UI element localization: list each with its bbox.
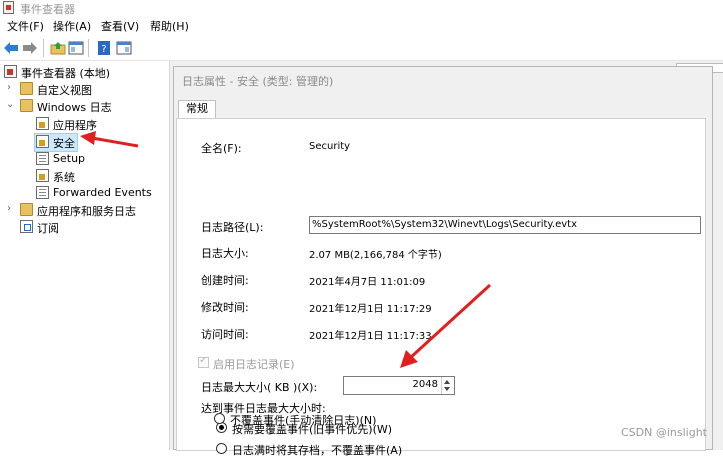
full-name-label: 全名(F): <box>201 142 242 155</box>
tree-item-label: 安全 <box>53 137 75 150</box>
max-size-value: 2048 <box>412 379 438 390</box>
toolbar-separator <box>43 39 44 57</box>
navigation-tree: 事件查看器 (本地) › 自定义视图 ⌄ Windows 日志 应用程序 安全 … <box>0 61 170 450</box>
menu-file[interactable]: 文件(F) <box>7 18 44 34</box>
enable-logging-checkbox[interactable] <box>198 355 209 368</box>
chevron-down-icon[interactable]: ⌄ <box>6 100 15 110</box>
toolbar: ? <box>0 36 723 61</box>
folder-icon <box>20 203 33 216</box>
back-arrow-icon[interactable] <box>3 40 19 56</box>
log-size-label: 日志大小: <box>201 247 249 260</box>
spin-up-icon[interactable] <box>444 380 450 384</box>
tree-item-setup[interactable]: Setup <box>34 151 154 168</box>
folder-icon <box>20 99 33 112</box>
show-action-pane-icon[interactable] <box>116 40 132 56</box>
tree-item-label: Windows 日志 <box>37 101 112 114</box>
max-size-spinner[interactable] <box>441 377 454 394</box>
toolbar-separator <box>88 39 89 57</box>
accessed-value: 2021年12月1日 11:17:33 <box>309 331 432 342</box>
modified-label: 修改时间: <box>201 301 249 314</box>
chevron-right-icon[interactable]: › <box>7 83 16 93</box>
tree-item-subscriptions[interactable]: 订阅 <box>2 219 162 236</box>
tree-root[interactable]: 事件查看器 (本地) <box>2 64 162 81</box>
folder-up-icon[interactable] <box>50 40 66 56</box>
dialog-title: 日志属性 - 安全 (类型: 管理的) <box>182 75 334 88</box>
menu-view[interactable]: 查看(V) <box>101 18 139 34</box>
tab-general[interactable]: 常规 <box>178 100 216 118</box>
tree-item-label: 自定义视图 <box>37 84 92 97</box>
log-icon <box>36 169 49 182</box>
window-title: 事件查看器 <box>20 3 75 16</box>
menu-bar: 文件(F) 操作(A) 查看(V) 帮助(H) <box>0 17 723 35</box>
option-do-not-overwrite: 不覆盖事件(手动清除日志)(N) <box>230 414 377 427</box>
forward-arrow-icon[interactable] <box>22 40 38 56</box>
tree-item-custom-views[interactable]: › 自定义视图 <box>2 81 162 98</box>
log-size-value: 2.07 MB(2,166,784 个字节) <box>309 250 442 261</box>
enable-logging-label: 启用日志记录(E) <box>213 358 295 371</box>
tree-item-security[interactable]: 安全 <box>34 133 78 152</box>
tree-item-system[interactable]: 系统 <box>34 168 154 185</box>
subscription-icon <box>20 220 33 233</box>
general-tab-panel: 全名(F): Security 日志路径(L): %SystemRoot%\Sy… <box>176 118 706 457</box>
show-tree-icon[interactable] <box>68 40 84 56</box>
tree-item-forwarded-events[interactable]: Forwarded Events <box>34 185 164 202</box>
spin-down-icon[interactable] <box>444 387 450 391</box>
max-size-input[interactable]: 2048 <box>343 376 455 395</box>
tree-item-label: 系统 <box>53 171 75 184</box>
event-viewer-icon <box>3 1 14 14</box>
tree-item-label: Forwarded Events <box>53 186 152 199</box>
folder-icon <box>20 82 33 95</box>
menu-action[interactable]: 操作(A) <box>53 18 91 34</box>
accessed-label: 访问时间: <box>201 328 249 341</box>
log-path-label: 日志路径(L): <box>201 221 264 234</box>
created-label: 创建时间: <box>201 274 249 287</box>
created-value: 2021年4月7日 11:01:09 <box>309 277 426 288</box>
log-icon <box>36 152 49 165</box>
log-properties-dialog: 日志属性 - 安全 (类型: 管理的) 常规 全名(F): Security 日… <box>173 66 713 457</box>
tree-item-label: 应用程序 <box>53 119 97 132</box>
radio-do-not-overwrite[interactable] <box>214 413 225 424</box>
max-size-label: 日志最大大小( KB )(X): <box>201 381 318 394</box>
log-path-input[interactable]: %SystemRoot%\System32\Winevt\Logs\Securi… <box>309 216 701 234</box>
log-icon <box>36 186 49 199</box>
option-archive-when-full: 日志满时将其存档，不覆盖事件(A) <box>232 444 403 457</box>
help-icon[interactable]: ? <box>96 40 112 56</box>
log-icon <box>36 117 49 130</box>
chevron-right-icon[interactable]: › <box>7 204 16 214</box>
tree-root-label: 事件查看器 (本地) <box>21 67 111 80</box>
log-icon <box>36 135 49 148</box>
modified-value: 2021年12月1日 11:17:29 <box>309 304 432 315</box>
radio-archive-when-full[interactable] <box>216 443 227 454</box>
tree-item-windows-logs[interactable]: ⌄ Windows 日志 <box>2 98 162 115</box>
title-bar: 事件查看器 <box>0 0 723 16</box>
svg-text:?: ? <box>101 44 106 55</box>
tree-item-application[interactable]: 应用程序 <box>34 116 154 133</box>
tree-item-label: Setup <box>53 152 86 165</box>
tree-item-app-service-logs[interactable]: › 应用程序和服务日志 <box>2 202 167 219</box>
event-viewer-icon <box>4 65 17 78</box>
watermark: CSDN @inslight <box>621 426 707 439</box>
tree-item-label: 应用程序和服务日志 <box>37 205 136 218</box>
tree-item-label: 订阅 <box>37 222 59 235</box>
full-name-value: Security <box>309 141 351 152</box>
menu-help[interactable]: 帮助(H) <box>150 18 189 34</box>
